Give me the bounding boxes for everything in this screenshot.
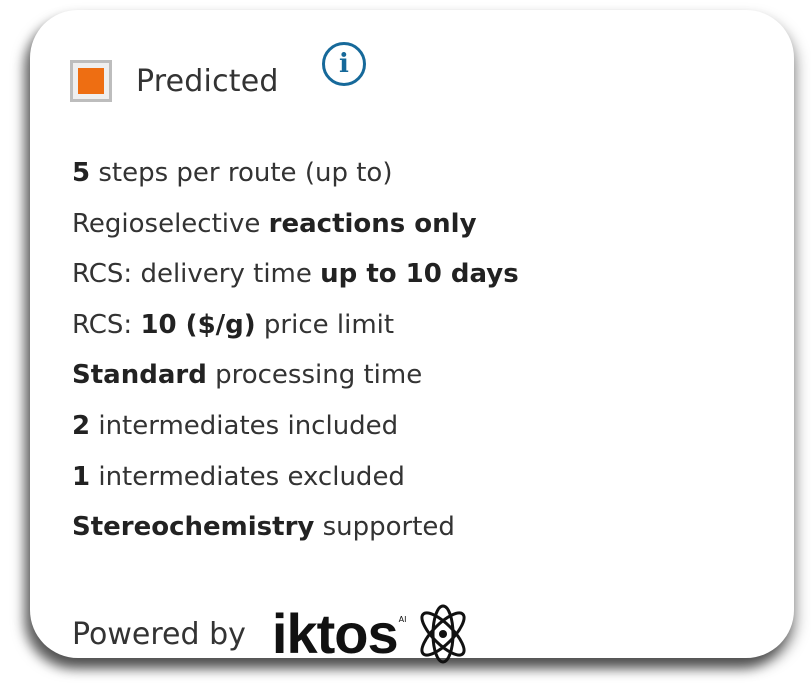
feature-list: 5 steps per route (up to) Regioselective …: [72, 152, 519, 557]
feature-value: 10 ($/g): [140, 309, 256, 340]
feature-text: supported: [314, 512, 455, 543]
legend-predicted: Predicted: [70, 56, 279, 106]
legend-swatch: [70, 60, 112, 102]
feature-item: Stereochemistry supported: [72, 506, 519, 557]
feature-value: 5: [72, 158, 91, 188]
stage: Predicted i 5 steps per route (up to) Reg…: [0, 0, 811, 692]
feature-value: 2: [72, 410, 91, 441]
brand-suffix: AI: [398, 615, 407, 624]
feature-text: RCS:: [72, 309, 141, 340]
feature-text: Regioselective: [72, 208, 269, 239]
powered-by: Powered by iktos AI: [72, 603, 475, 665]
atom-icon: [420, 604, 466, 664]
feature-text: intermediates excluded: [90, 461, 405, 492]
feature-item: 2 intermediates included: [72, 405, 519, 456]
feature-text: steps per route (up to): [90, 158, 393, 188]
info-icon[interactable]: i: [322, 42, 366, 86]
feature-text: RCS: delivery time: [72, 259, 321, 290]
feature-item: Regioselective reactions only: [72, 203, 519, 254]
feature-item: 1 intermediates excluded: [72, 456, 519, 507]
feature-item: 5 steps per route (up to): [72, 152, 519, 203]
orange-square-icon: [78, 68, 104, 94]
iktos-logo: iktos AI: [272, 603, 475, 665]
feature-value: Stereochemistry: [72, 512, 315, 543]
feature-value: Standard: [72, 360, 207, 391]
feature-item: RCS: 10 ($/g) price limit: [72, 304, 519, 355]
powered-by-label: Powered by: [72, 616, 246, 652]
feature-text: processing time: [206, 360, 423, 391]
feature-text: price limit: [255, 309, 395, 340]
feature-value: 1: [72, 461, 91, 492]
legend-label: Predicted: [136, 63, 279, 99]
brand-name: iktos: [271, 602, 399, 665]
feature-item: RCS: delivery time up to 10 days: [72, 253, 519, 304]
feature-text: intermediates included: [90, 410, 399, 441]
feature-value: up to 10 days: [320, 259, 519, 290]
feature-value: reactions only: [268, 208, 477, 239]
feature-item: Standard processing time: [72, 354, 519, 405]
